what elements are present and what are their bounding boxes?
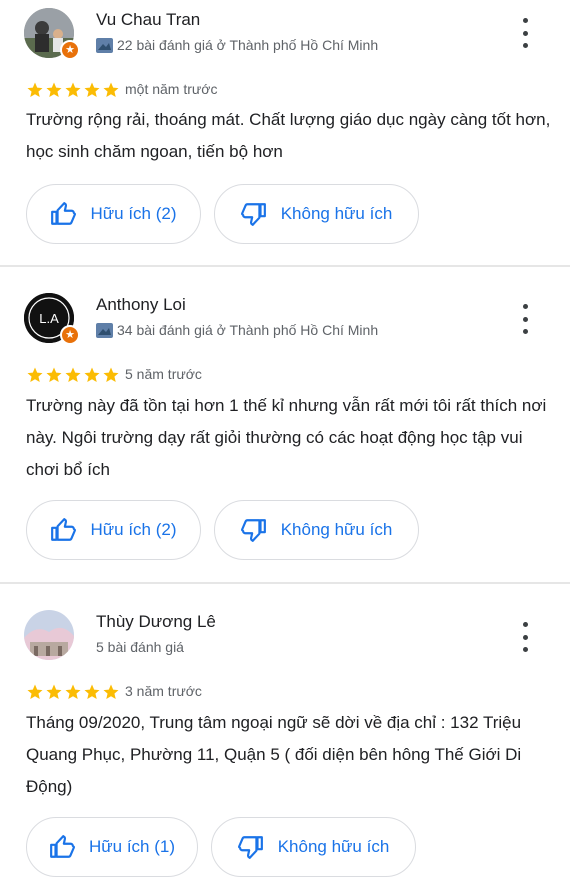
review-card: L.A ★ Anthony Loi 34 bài đánh giá ở Thàn…	[0, 267, 570, 582]
review-time: 5 năm trước	[125, 366, 202, 382]
star-icon	[103, 684, 119, 699]
reviewer-name[interactable]: Thùy Dương Lê	[96, 612, 216, 632]
helpful-label: Hữu ích (2)	[90, 204, 177, 223]
review-card: Thùy Dương Lê 5 bài đánh giá 3 năm trước…	[0, 584, 570, 884]
star-icon	[46, 367, 62, 382]
avatar[interactable]: L.A ★	[24, 293, 80, 345]
thumbs-up-icon	[51, 202, 77, 225]
star-rating	[26, 683, 121, 701]
star-rating	[26, 81, 121, 99]
thumbs-down-icon	[240, 203, 266, 226]
not-helpful-button[interactable]: Không hữu ích	[214, 500, 419, 560]
more-options-icon[interactable]	[515, 18, 535, 48]
not-helpful-button[interactable]: Không hữu ích	[211, 817, 416, 877]
reviewer-stats: 5 bài đánh giá	[96, 639, 184, 655]
more-options-icon[interactable]	[515, 622, 535, 652]
reviewer-meta: 22 bài đánh giá ở Thành phố Hồ Chí Minh	[96, 37, 378, 53]
review-text: Trường rộng rải, thoáng mát. Chất lượng …	[26, 110, 551, 161]
thumbs-down-icon	[237, 836, 263, 859]
avatar[interactable]	[24, 610, 74, 660]
reviewer-name[interactable]: Anthony Loi	[96, 295, 186, 315]
not-helpful-button[interactable]: Không hữu ích	[214, 184, 419, 244]
star-icon	[27, 684, 43, 699]
review-time: một năm trước	[125, 81, 218, 97]
star-icon	[65, 82, 81, 97]
star-icon	[84, 82, 100, 97]
star-icon	[27, 367, 43, 382]
local-guide-icon	[96, 322, 113, 338]
reviewer-stats: 34 bài đánh giá ở Thành phố Hồ Chí Minh	[117, 322, 379, 338]
thumbs-up-icon	[50, 835, 75, 858]
more-options-icon[interactable]	[515, 304, 535, 334]
helpful-button[interactable]: Hữu ích (2)	[26, 500, 201, 560]
thumbs-up-icon	[51, 518, 77, 541]
helpful-button[interactable]: Hữu ích (1)	[26, 817, 198, 877]
star-icon	[103, 367, 119, 382]
star-icon	[84, 367, 100, 382]
review-text: Tháng 09/2020, Trung tâm ngoại ngữ sẽ dờ…	[26, 713, 522, 796]
not-helpful-label: Không hữu ích	[280, 520, 393, 539]
star-icon	[65, 684, 81, 699]
star-icon	[103, 82, 119, 97]
star-icon	[84, 684, 100, 699]
star-icon	[46, 82, 62, 97]
reviewer-name[interactable]: Vu Chau Tran	[96, 10, 200, 30]
avatar[interactable]: ★	[24, 8, 80, 60]
reviewer-stats: 22 bài đánh giá ở Thành phố Hồ Chí Minh	[117, 37, 379, 53]
local-guide-icon	[96, 37, 113, 53]
avatar-initials: L.A	[39, 311, 59, 326]
helpful-label: Hữu ích (2)	[90, 520, 177, 539]
star-icon	[65, 367, 81, 382]
not-helpful-label: Không hữu ích	[280, 204, 393, 223]
reviewer-meta: 5 bài đánh giá	[96, 639, 184, 655]
helpful-button[interactable]: Hữu ích (2)	[26, 184, 201, 244]
local-guide-badge-icon: ★	[60, 40, 80, 60]
star-icon	[27, 82, 43, 97]
star-icon	[46, 684, 62, 699]
not-helpful-label: Không hữu ích	[277, 837, 390, 856]
helpful-label: Hữu ích (1)	[88, 837, 175, 856]
review-text: Trường này đã tồn tại hơn 1 thế kỉ nhưng…	[26, 396, 547, 479]
review-card: ★ Vu Chau Tran 22 bài đánh giá ở Thành p…	[0, 0, 570, 265]
local-guide-badge-icon: ★	[60, 325, 80, 345]
review-time: 3 năm trước	[125, 683, 202, 699]
thumbs-down-icon	[240, 519, 266, 542]
reviewer-meta: 34 bài đánh giá ở Thành phố Hồ Chí Minh	[96, 322, 378, 338]
star-rating	[26, 366, 121, 384]
